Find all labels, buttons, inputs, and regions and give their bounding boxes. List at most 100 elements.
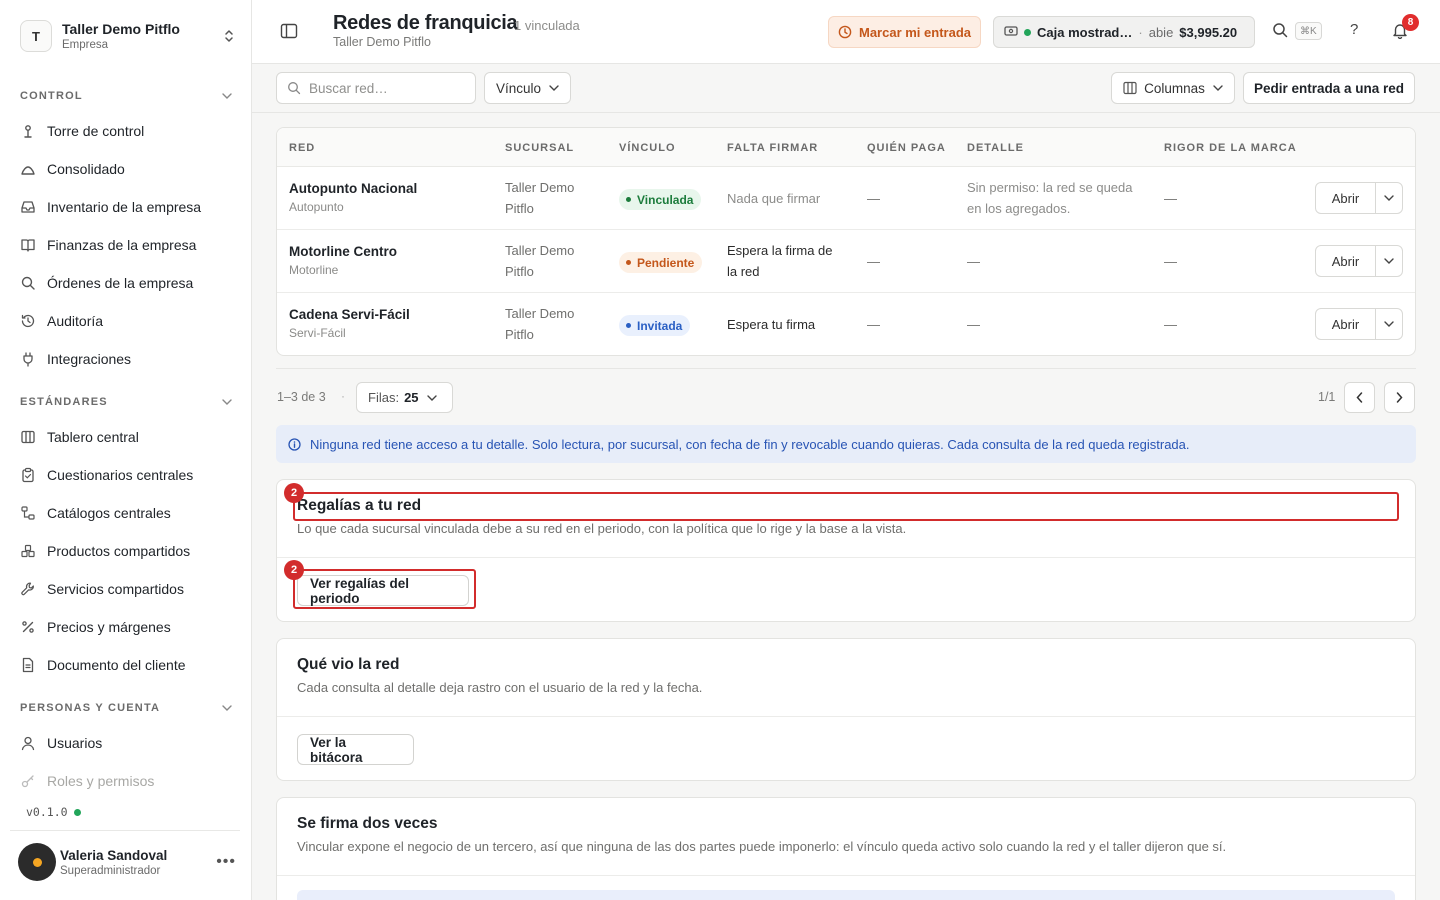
- page-subtitle: Taller Demo Pitflo: [333, 35, 431, 49]
- user-menu[interactable]: Valeria Sandoval Superadministrador •••: [18, 842, 236, 882]
- register-separator: ·: [1138, 24, 1143, 40]
- view-log-button[interactable]: Ver la bitácora: [297, 734, 414, 765]
- branch-cell: Taller Demo Pitflo: [505, 303, 574, 345]
- royalties-card: Regalías a tu red Lo que cada sucursal v…: [276, 479, 1416, 622]
- section-estandares[interactable]: ESTÁNDARES: [20, 396, 232, 408]
- previous-page-button[interactable]: [1344, 382, 1375, 413]
- info-icon: [288, 437, 301, 451]
- pending-signature-cell: Espera tu firma: [727, 314, 815, 335]
- user-name: Valeria Sandoval: [60, 847, 168, 863]
- open-button[interactable]: Abrir: [1316, 309, 1376, 339]
- open-button[interactable]: Abrir: [1316, 183, 1376, 213]
- help-icon[interactable]: ?: [1350, 21, 1358, 38]
- sidebar-item-torre-de-control[interactable]: Torre de control: [20, 117, 232, 145]
- columns-dropdown[interactable]: Columnas: [1111, 72, 1235, 104]
- rows-label: Filas:: [368, 390, 400, 405]
- sidebar-item-usuarios[interactable]: Usuarios: [20, 729, 232, 757]
- sidebar-item-label: Servicios compartidos: [47, 581, 184, 597]
- signature-line: Espera la firma de: [727, 243, 833, 258]
- sidebar-item-label: Usuarios: [47, 735, 103, 751]
- chevron-down-icon[interactable]: [1376, 246, 1402, 276]
- sidebar-item-cuestionarios[interactable]: Cuestionarios centrales: [20, 461, 232, 489]
- chevron-down-icon[interactable]: [1376, 183, 1402, 213]
- sidebar-item-productos[interactable]: Productos compartidos: [20, 537, 232, 565]
- cash-register-selector[interactable]: Caja mostrad… · abie $3,995.20: [993, 16, 1255, 48]
- sidebar-item-servicios[interactable]: Servicios compartidos: [20, 575, 232, 603]
- chevron-left-icon: [1356, 392, 1363, 403]
- column-header-quien-paga[interactable]: QUIÉN PAGA: [867, 142, 946, 154]
- workspace-switcher[interactable]: T Taller Demo Pitflo Empresa: [20, 18, 236, 54]
- sidebar-item-label: Finanzas de la empresa: [47, 237, 197, 253]
- table-row[interactable]: Autopunto Nacional Autopunto Taller Demo…: [277, 167, 1415, 230]
- column-header-sucursal[interactable]: SUCURSAL: [505, 142, 574, 154]
- section-label: ESTÁNDARES: [20, 396, 108, 408]
- table-row[interactable]: Motorline Centro Motorline Taller Demo Pi…: [277, 230, 1415, 293]
- sidebar-item-label: Documento del cliente: [47, 657, 186, 673]
- search-field[interactable]: [276, 72, 476, 104]
- sidebar-item-finanzas[interactable]: Finanzas de la empresa: [20, 231, 232, 259]
- workspace-avatar: T: [20, 20, 52, 52]
- branch-line: Taller Demo: [505, 306, 575, 321]
- network-brand: Motorline: [289, 263, 339, 277]
- detail-cell: —: [967, 254, 980, 269]
- rows-per-page-select[interactable]: Filas: 25: [356, 382, 453, 413]
- sidebar-item-auditoria[interactable]: Auditoría: [20, 307, 232, 335]
- avatar: [18, 843, 56, 881]
- sidebar-item-label: Precios y márgenes: [47, 619, 171, 635]
- sidebar-toggle-icon[interactable]: [280, 22, 300, 42]
- section-control[interactable]: CONTROL: [20, 90, 232, 102]
- double-signature-card: Se firma dos veces Vincular expone el ne…: [276, 797, 1416, 900]
- search-input[interactable]: [309, 80, 459, 96]
- book-icon: [20, 237, 36, 253]
- payer-cell: —: [867, 191, 880, 206]
- page-indicator: 1/1: [1318, 390, 1336, 404]
- privacy-info-banner: Ninguna red tiene acceso a tu detalle. S…: [276, 425, 1416, 463]
- online-status-dot: [73, 808, 81, 816]
- sidebar-item-tablero-central[interactable]: Tablero central: [20, 423, 232, 451]
- sidebar-item-precios[interactable]: Precios y márgenes: [20, 613, 232, 641]
- sidebar-item-consolidado[interactable]: Consolidado: [20, 155, 232, 183]
- sidebar-item-integraciones[interactable]: Integraciones: [20, 345, 232, 373]
- next-page-button[interactable]: [1384, 382, 1415, 413]
- pagination-divider: [276, 368, 1416, 369]
- status-label: Pendiente: [637, 255, 695, 270]
- sidebar-item-inventario[interactable]: Inventario de la empresa: [20, 193, 232, 221]
- payer-cell: —: [867, 317, 880, 332]
- detail-cell: —: [967, 317, 980, 332]
- rigor-cell: —: [1164, 317, 1177, 332]
- open-button[interactable]: Abrir: [1316, 246, 1376, 276]
- sidebar-item-documento[interactable]: Documento del cliente: [20, 651, 232, 679]
- inbox-icon: [20, 199, 36, 215]
- column-header-vinculo[interactable]: VÍNCULO: [619, 142, 676, 154]
- request-network-entry-button[interactable]: Pedir entrada a una red: [1243, 72, 1415, 104]
- chevron-down-icon: [222, 399, 232, 405]
- section-personas[interactable]: PERSONAS Y CUENTA: [20, 702, 232, 714]
- table-row[interactable]: Cadena Servi-Fácil Servi-Fácil Taller De…: [277, 293, 1415, 355]
- column-header-rigor[interactable]: RIGOR DE LA MARCA: [1164, 142, 1297, 154]
- wrench-icon: [20, 581, 36, 597]
- branch-line: Taller Demo: [505, 180, 575, 195]
- tower-icon: [20, 123, 36, 139]
- more-options-icon[interactable]: •••: [216, 853, 236, 871]
- columns-label: Columnas: [1144, 80, 1205, 96]
- row-actions: Abrir: [1315, 245, 1403, 277]
- clock-in-label: Marcar mi entrada: [859, 24, 971, 40]
- hierarchy-icon: [20, 505, 36, 521]
- register-amount: $3,995.20: [1179, 24, 1238, 40]
- status-badge: Vinculada: [619, 189, 702, 210]
- column-header-red[interactable]: RED: [289, 142, 315, 154]
- column-header-falta-firmar[interactable]: FALTA FIRMAR: [727, 142, 818, 154]
- view-royalties-button[interactable]: Ver regalías del periodo: [297, 575, 469, 606]
- chart-icon: [20, 161, 36, 177]
- link-filter-dropdown[interactable]: Vínculo: [484, 72, 571, 104]
- column-header-detalle[interactable]: DETALLE: [967, 142, 1024, 154]
- chevron-down-icon[interactable]: [1376, 309, 1402, 339]
- sidebar-item-catalogos[interactable]: Catálogos centrales: [20, 499, 232, 527]
- presence-dot: [32, 857, 42, 867]
- search-icon[interactable]: [1272, 22, 1288, 41]
- signature-line: la red: [727, 264, 760, 279]
- search-icon: [20, 275, 36, 291]
- sidebar-item-roles[interactable]: Roles y permisos: [20, 767, 232, 795]
- clock-in-button[interactable]: Marcar mi entrada: [828, 16, 981, 48]
- sidebar-item-ordenes[interactable]: Órdenes de la empresa: [20, 269, 232, 297]
